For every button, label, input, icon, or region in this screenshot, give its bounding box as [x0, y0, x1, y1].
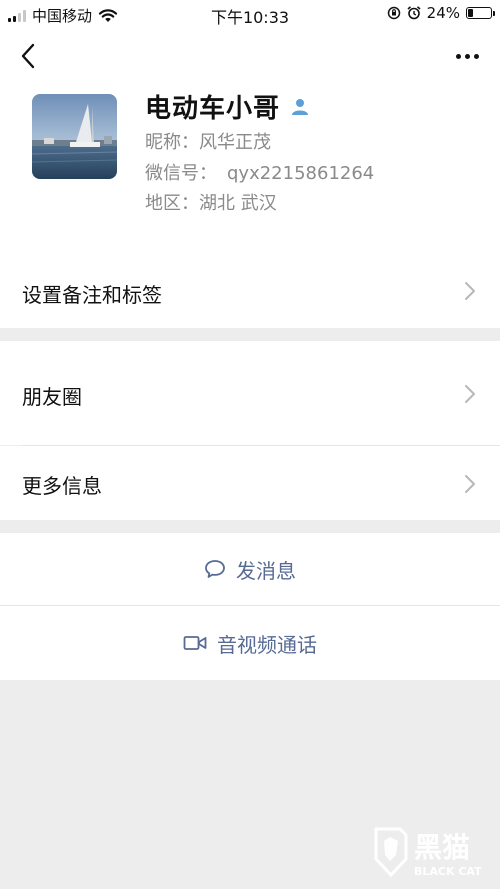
nickname-value: 风华正茂	[199, 132, 271, 153]
avatar[interactable]	[32, 94, 117, 179]
orientation-lock-icon	[387, 6, 400, 20]
region-label: 地区：	[145, 193, 199, 214]
black-cat-watermark: 黑猫 BLACK CAT	[374, 827, 482, 878]
watermark-text: 黑猫	[414, 831, 470, 864]
moments-row[interactable]: 朋友圈	[0, 341, 500, 445]
region-value: 湖北 武汉	[199, 193, 277, 214]
wechat-id-value[interactable]: qyx2215861264	[227, 163, 374, 184]
wechat-id-label: 微信号：	[145, 163, 217, 184]
status-right: 24%	[387, 4, 495, 22]
video-camera-icon	[183, 636, 207, 650]
battery-percent: 24%	[426, 4, 460, 22]
male-user-icon	[292, 98, 309, 115]
video-call-label: 音视频通话	[217, 632, 317, 657]
more-info-row[interactable]: 更多信息	[0, 446, 500, 520]
chevron-right-icon	[465, 475, 475, 493]
avatar-photo	[32, 94, 117, 179]
region-line: 地区：湖北 武汉	[145, 189, 277, 215]
profile-card: 电动车小哥 昵称：风华正茂 微信号： qyx2215861264 地区：湖北 武汉…	[0, 28, 500, 328]
more-button[interactable]	[452, 42, 482, 70]
video-call-button[interactable]: 音视频通话	[0, 606, 500, 680]
video-call-content: 音视频通话	[183, 629, 317, 658]
battery-fill	[468, 9, 473, 17]
wechat-id-line: 微信号： qyx2215861264	[145, 159, 374, 185]
chevron-left-icon	[21, 43, 35, 69]
remarks-tags-row[interactable]: 设置备注和标签	[0, 254, 500, 328]
battery-icon	[466, 7, 495, 19]
more-info-label: 更多信息	[22, 474, 102, 498]
send-message-content: 发消息	[204, 555, 296, 584]
nickname-label: 昵称：	[145, 132, 199, 153]
more-dot	[455, 53, 461, 59]
profile-name: 电动车小哥	[145, 94, 281, 124]
send-message-button[interactable]: 发消息	[0, 533, 500, 605]
more-dot	[473, 53, 479, 59]
remarks-tags-label: 设置备注和标签	[22, 283, 162, 307]
name-row: 电动车小哥	[145, 88, 310, 125]
chevron-right-icon	[465, 282, 475, 300]
more-dot	[464, 53, 470, 59]
back-button[interactable]	[14, 42, 42, 70]
moments-label: 朋友圈	[22, 385, 82, 409]
watermark-subtext: BLACK CAT	[414, 865, 482, 878]
status-bar: 中国移动 下午10:33 24%	[0, 0, 500, 28]
send-message-label: 发消息	[236, 558, 296, 583]
nickname-line: 昵称：风华正茂	[145, 128, 271, 154]
chevron-right-icon	[465, 385, 475, 403]
alarm-icon	[407, 6, 421, 20]
chat-bubble-icon	[205, 560, 225, 578]
